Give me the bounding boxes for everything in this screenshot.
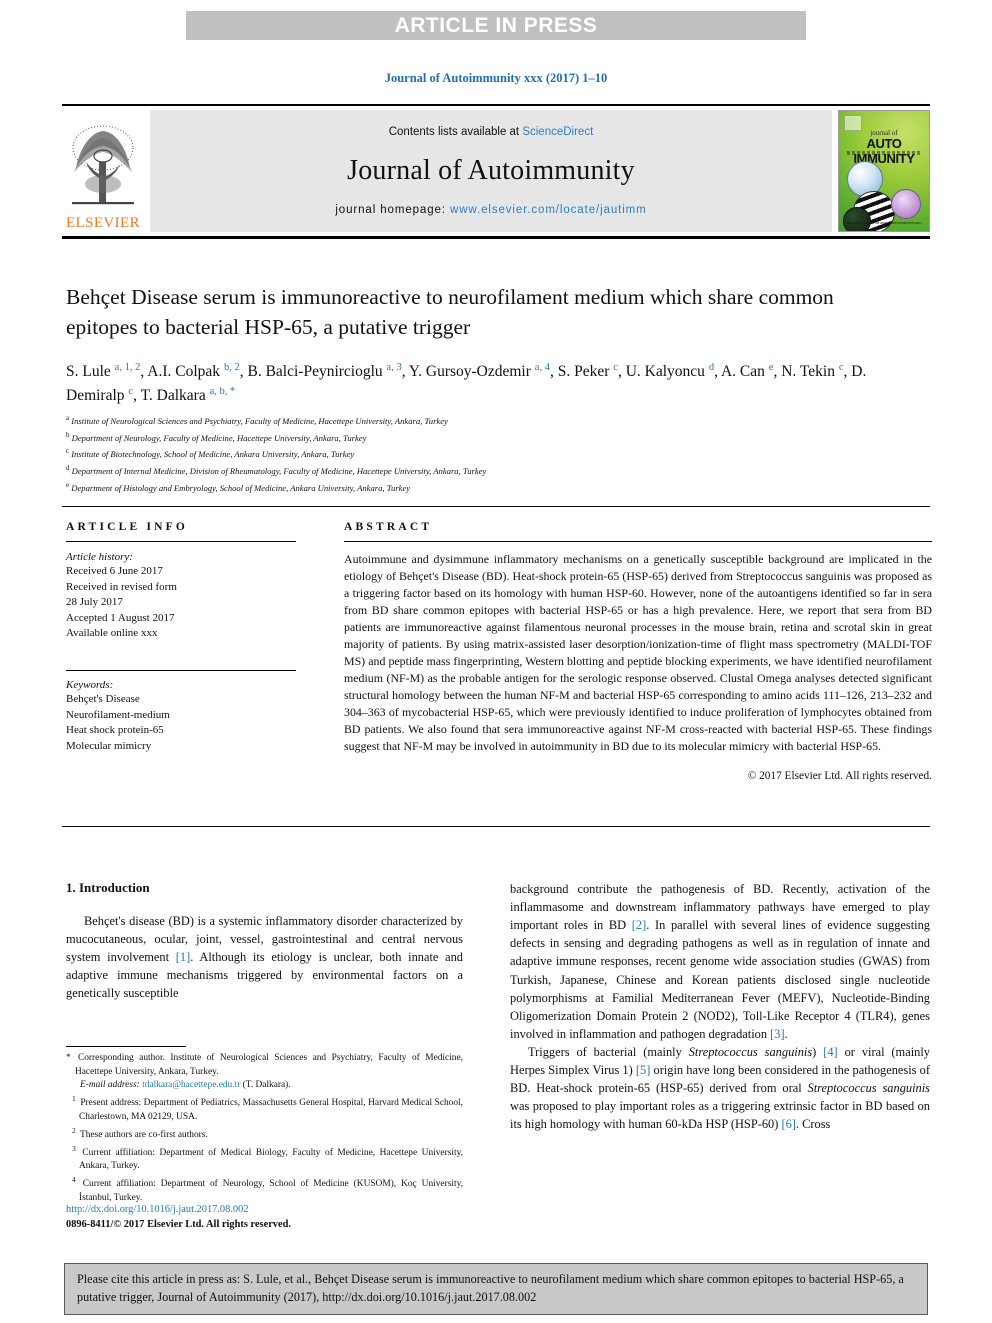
affiliation-item: e Department of Histology and Embryology… xyxy=(66,479,886,496)
article-history-item: Received 6 June 2017 xyxy=(66,565,163,577)
affiliation-mark: c xyxy=(66,447,70,456)
article-history-item: Received in revised form xyxy=(66,580,177,593)
affiliation-text: Department of Histology and Embryology, … xyxy=(71,482,411,493)
cover-subtitle-rule xyxy=(847,151,921,155)
affiliation-mark: b xyxy=(66,430,70,439)
journal-citation-line: Journal of Autoimmunity xxx (2017) 1–10 xyxy=(384,71,608,85)
keywords-label: Keywords: xyxy=(66,679,114,692)
affiliation-mark: a xyxy=(66,414,70,422)
affiliation-text: Institute of Biotechnology, School of Me… xyxy=(71,449,355,460)
issn-copyright-line: 0896-8411/© 2017 Elsevier Ltd. All right… xyxy=(66,1218,291,1230)
citation-footer-text: Please cite this article in press as: S.… xyxy=(77,1272,904,1304)
journal-masthead: ELSEVIER Contents lists available at Sci… xyxy=(62,104,930,239)
abstract-body: Autoimmune and dysimmune inflammatory me… xyxy=(344,552,932,754)
keyword-item: Neurofilament-medium xyxy=(66,708,170,721)
introduction-paragraph-1: Behçet's disease (BD) is a systemic infl… xyxy=(66,914,463,1001)
sciencedirect-link[interactable]: ScienceDirect xyxy=(522,126,593,138)
affiliation-text: Institute of Neurological Sciences and P… xyxy=(71,415,448,426)
affiliation-item: a Institute of Neurological Sciences and… xyxy=(66,412,886,429)
contents-lists-prefix: Contents lists available at xyxy=(388,125,523,138)
affiliation-mark: e xyxy=(66,480,70,489)
doi-block: http://dx.doi.org/10.1016/j.jaut.2017.08… xyxy=(66,1203,486,1232)
footnote-item-2: 2 These authors are co-first authors. xyxy=(72,1125,208,1140)
info-block-bottom-rule xyxy=(62,826,930,827)
homepage-prefix: journal homepage: xyxy=(335,204,451,217)
affiliation-item: b Department of Neurology, Faculty of Me… xyxy=(66,429,886,446)
contents-lists-line: Contents lists available at ScienceDirec… xyxy=(389,126,594,138)
footnote-corresponding-author: * Corresponding author. Institute of Neu… xyxy=(66,1052,463,1077)
cover-footer-text: Available online at www.sciencedirect.co… xyxy=(846,220,922,225)
affiliation-mark: d xyxy=(66,463,70,472)
body-right-column: background contribute the pathogenesis o… xyxy=(510,880,930,1134)
footnote-email: E-mail address: tdalkara@hacettepe.edu.t… xyxy=(80,1080,291,1091)
abstract-column: ABSTRACT Autoimmune and dysimmune inflam… xyxy=(344,521,932,782)
article-history-label: Article history: xyxy=(66,551,133,563)
journal-homepage-line: journal homepage: www.elsevier.com/locat… xyxy=(335,204,646,216)
article-history-item: Available online xxx xyxy=(66,627,158,640)
keyword-item: Molecular mimicry xyxy=(66,739,152,752)
homepage-url-link[interactable]: www.elsevier.com/locate/jautimm xyxy=(450,204,647,216)
footnote-item-1: 1 Present address: Department of Pediatr… xyxy=(72,1094,463,1122)
abstract-heading: ABSTRACT xyxy=(344,521,433,533)
author-list: S. Lule a, 1, 2, A.I. Colpak b, 2, B. Ba… xyxy=(66,362,867,404)
elsevier-wordmark: ELSEVIER xyxy=(65,215,141,231)
article-info-column: ARTICLE INFO Article history: Received 6… xyxy=(66,521,296,754)
introduction-heading: 1. Introduction xyxy=(66,880,150,895)
journal-cover-thumbnail: journal of AUTO IMMUNITY Available onlin… xyxy=(838,110,930,232)
keyword-item: Heat shock protein-65 xyxy=(66,724,164,737)
article-in-press-banner: ARTICLE IN PRESS xyxy=(186,11,806,40)
introduction-paragraph-1-cont: background contribute the pathogenesis o… xyxy=(510,882,930,1041)
citation-footer-box: Please cite this article in press as: S.… xyxy=(64,1263,928,1316)
affiliation-item: d Department of Internal Medicine, Divis… xyxy=(66,462,886,479)
abstract-copyright: © 2017 Elsevier Ltd. All rights reserved… xyxy=(747,770,932,783)
footnote-separator-rule xyxy=(66,1046,186,1047)
article-info-heading: ARTICLE INFO xyxy=(66,521,189,533)
introduction-paragraph-2: Triggers of bacterial (mainly Streptococ… xyxy=(510,1044,930,1132)
article-history-item: 28 July 2017 xyxy=(66,596,123,609)
abstract-rule xyxy=(344,541,932,542)
masthead-center-panel: Contents lists available at ScienceDirec… xyxy=(150,110,832,232)
article-history-item: Accepted 1 August 2017 xyxy=(66,611,175,624)
affiliation-text: Department of Neurology, Faculty of Medi… xyxy=(71,432,367,443)
cover-cell-image-3 xyxy=(891,189,921,219)
article-in-press-label: ARTICLE IN PRESS xyxy=(394,13,598,37)
elsevier-tree-icon xyxy=(72,125,134,205)
affiliation-text: Department of Internal Medicine, Divisio… xyxy=(71,465,487,476)
footnote-item-3: 3 Current affiliation: Department of Med… xyxy=(72,1143,463,1172)
article-info-rule xyxy=(66,541,296,542)
elsevier-logo: ELSEVIER xyxy=(62,106,144,236)
journal-title: Journal of Autoimmunity xyxy=(347,154,635,186)
body-left-column: 1. Introduction Behçet's disease (BD) is… xyxy=(66,880,463,1003)
keyword-item: Behçet's Disease xyxy=(66,693,140,706)
info-block-top-rule xyxy=(62,506,930,507)
footnotes-block: * Corresponding author. Institute of Neu… xyxy=(66,1046,463,1206)
page-title: Behçet Disease serum is immunoreactive t… xyxy=(66,285,834,339)
doi-link[interactable]: http://dx.doi.org/10.1016/j.jaut.2017.08… xyxy=(66,1203,486,1218)
footnote-item-4: 4 Current affiliation: Department of Neu… xyxy=(72,1175,463,1203)
affiliation-item: c Institute of Biotechnology, School of … xyxy=(66,445,886,462)
affiliation-list: a Institute of Neurological Sciences and… xyxy=(66,412,886,495)
keywords-rule xyxy=(66,670,296,672)
